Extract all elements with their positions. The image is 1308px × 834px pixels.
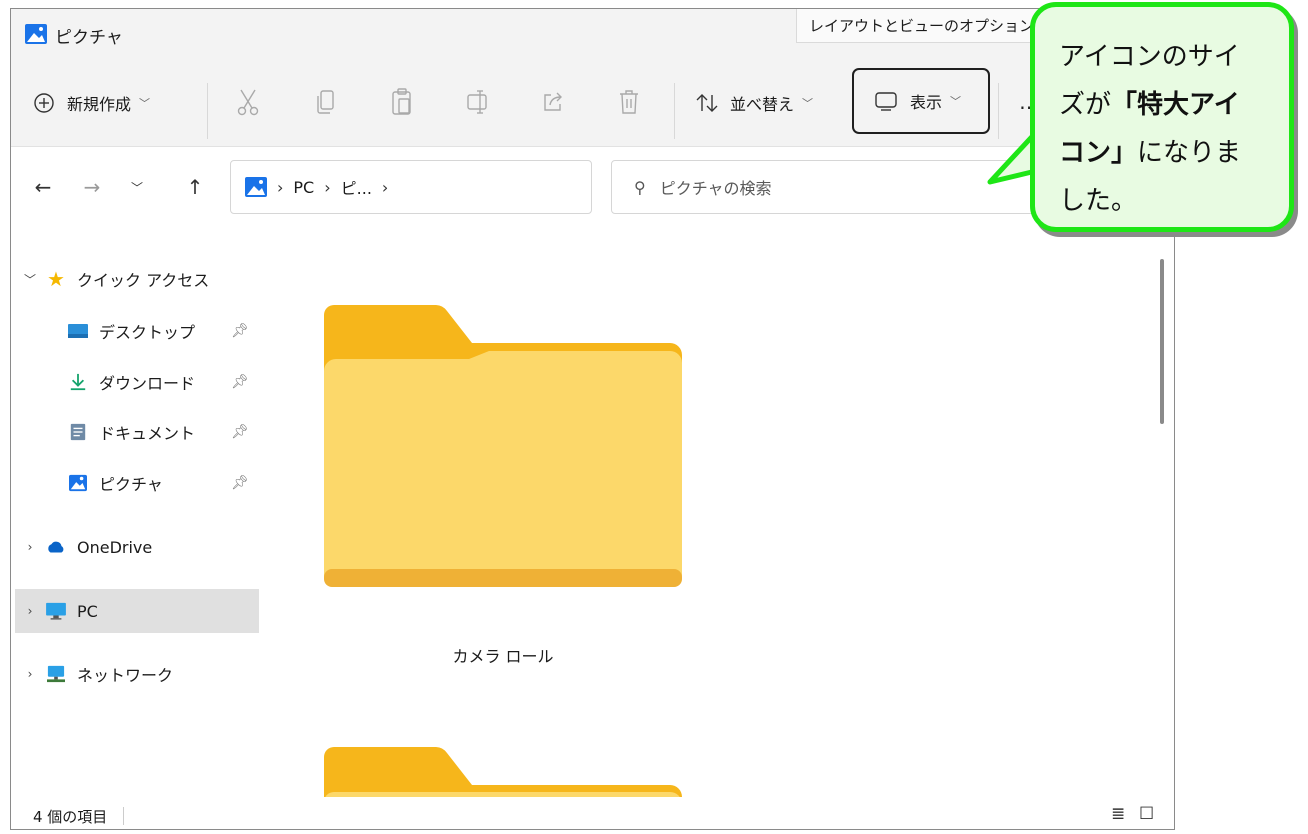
breadcrumb-separator-icon: › (381, 177, 389, 197)
callout-line: した。 (1059, 186, 1138, 216)
window-title: ピクチャ (55, 28, 123, 48)
chevron-down-icon: ﹀ (950, 95, 962, 108)
title-bar: ピクチャ レイアウトとビューのオプション。 (11, 9, 1174, 61)
chevron-right-icon[interactable]: › (15, 540, 45, 554)
nav-network-label: ネットワーク (77, 666, 174, 685)
forward-arrow-icon[interactable]: → (78, 172, 106, 202)
delete-button[interactable] (614, 85, 644, 119)
star-icon: ★ (47, 267, 65, 291)
breadcrumb-pc[interactable]: PC (293, 178, 314, 197)
nav-quick-access-label: クイック アクセス (77, 271, 210, 290)
scissors-icon (237, 89, 259, 116)
pc-monitor-icon (46, 602, 66, 620)
status-bar: 4 個の項目 ≣ ☐ (11, 799, 1174, 829)
clipboard-icon (392, 88, 411, 115)
callout-line: アイコンのサイ (1059, 42, 1240, 72)
nav-onedrive[interactable]: › OneDrive (15, 525, 259, 569)
cloud-icon (48, 541, 64, 553)
share-icon (544, 92, 562, 111)
nav-pc[interactable]: › PC (15, 589, 259, 633)
nav-quick-access[interactable]: ﹀ ★ クイック アクセス (15, 257, 259, 301)
network-icon (47, 665, 65, 683)
search-placeholder: ピクチャの検索 (659, 179, 772, 198)
pin-icon[interactable]: 📌︎ (231, 475, 249, 491)
chevron-down-icon[interactable]: ﹀ (15, 271, 45, 288)
nav-item-downloads[interactable]: ダウンロード 📌︎ (15, 360, 259, 404)
desktop-icon (68, 324, 88, 338)
up-arrow-icon[interactable]: ↑ (181, 172, 209, 202)
paste-button[interactable] (387, 85, 417, 119)
callout-line: ズが「特大アイ (1059, 90, 1240, 120)
pin-icon[interactable]: 📌︎ (231, 424, 249, 440)
document-icon (70, 423, 86, 441)
copy-icon (317, 90, 334, 114)
breadcrumb-separator-icon: › (277, 177, 284, 197)
nav-item-pictures[interactable]: ピクチャ 📌︎ (15, 461, 259, 505)
details-view-icon[interactable]: ≣ (1111, 804, 1125, 824)
sort-button-label: 並べ替え (730, 95, 795, 114)
view-button[interactable]: 表示 ﹀ (852, 68, 990, 134)
plus-circle-icon (34, 93, 54, 113)
status-divider (123, 807, 124, 825)
new-button[interactable]: 新規作成 ﹀ (33, 81, 150, 125)
breadcrumb-pictures[interactable]: ピ... (341, 175, 372, 199)
navigation-pane: ﹀ ★ クイック アクセス デスクトップ 📌︎ ダウンロード 📌︎ ドキュメント… (11, 227, 266, 797)
nav-item-label: ピクチャ (99, 475, 163, 494)
instruction-callout: アイコンのサイ ズが「特大アイ コン」になりま した。 (1030, 2, 1294, 232)
view-button-label: 表示 (910, 93, 943, 112)
pictures-app-icon (25, 24, 47, 44)
download-icon (70, 373, 86, 391)
copy-button[interactable] (311, 85, 341, 119)
share-button[interactable] (538, 85, 568, 119)
nav-item-documents[interactable]: ドキュメント 📌︎ (15, 410, 259, 454)
sort-button[interactable]: 並べ替え ﹀ (694, 81, 813, 125)
nav-item-label: デスクトップ (99, 323, 196, 342)
nav-onedrive-label: OneDrive (77, 537, 153, 557)
cut-button[interactable] (233, 85, 263, 119)
nav-item-label: ドキュメント (99, 424, 196, 443)
callout-line: コン」になりま (1059, 138, 1242, 168)
address-bar[interactable]: › PC › ピ... › ﹀ ↻ (230, 160, 788, 214)
folder-icon[interactable] (324, 747, 682, 797)
file-list-pane: カメラ ロール (266, 227, 1161, 797)
nav-item-desktop[interactable]: デスクトップ 📌︎ (15, 309, 259, 353)
back-arrow-icon[interactable]: ← (29, 172, 57, 202)
trash-icon (620, 90, 638, 114)
pictures-icon (69, 474, 87, 492)
breadcrumb-separator-icon: › (324, 177, 331, 197)
toolbar-divider (674, 83, 675, 139)
large-icons-view-icon[interactable]: ☐ (1139, 804, 1154, 824)
pictures-location-icon (245, 177, 267, 197)
search-icon: ⚲ (634, 177, 646, 197)
folder-name[interactable]: カメラ ロール (324, 643, 682, 667)
chevron-down-icon: ﹀ (139, 97, 151, 110)
new-button-label: 新規作成 (67, 95, 132, 114)
pin-icon[interactable]: 📌︎ (231, 374, 249, 390)
item-count: 4 個の項目 (33, 808, 108, 826)
folder-icon[interactable] (324, 305, 682, 587)
rename-button[interactable] (463, 85, 493, 119)
nav-network[interactable]: › ネットワーク (15, 652, 259, 696)
nav-item-label: ダウンロード (99, 374, 196, 393)
scrollbar-thumb[interactable] (1160, 259, 1164, 424)
chevron-right-icon[interactable]: › (15, 604, 45, 618)
pin-icon[interactable]: 📌︎ (231, 323, 249, 339)
view-monitor-icon (875, 92, 897, 111)
chevron-down-icon: ﹀ (802, 97, 814, 110)
sort-arrows-icon (696, 94, 718, 112)
rename-icon (467, 90, 487, 114)
view-options-tooltip: レイアウトとビューのオプション。 (796, 9, 1048, 43)
chevron-right-icon[interactable]: › (15, 667, 45, 681)
toolbar-divider (207, 83, 208, 139)
nav-pc-label: PC (77, 601, 98, 621)
recent-locations-chevron-icon[interactable]: ﹀ (123, 172, 151, 202)
